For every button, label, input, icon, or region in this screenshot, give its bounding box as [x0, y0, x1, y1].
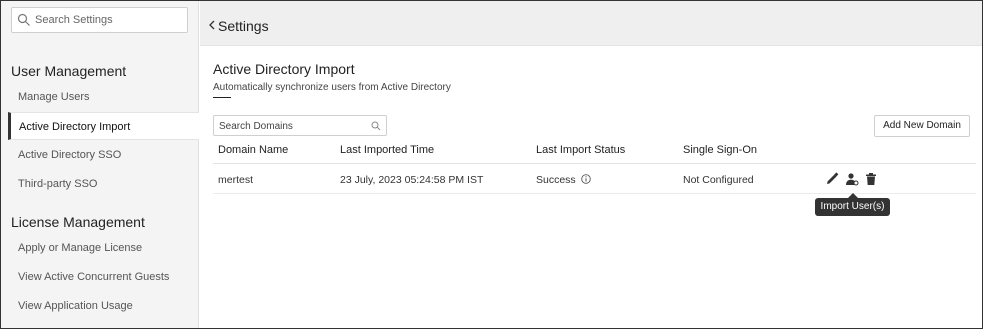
add-new-domain-button[interactable]: Add New Domain [874, 115, 970, 137]
column-header-last-imported-time[interactable]: Last Imported Time [340, 144, 434, 156]
edit-icon[interactable] [825, 172, 839, 186]
row-divider [213, 193, 976, 194]
column-header-single-sign-on[interactable]: Single Sign-On [683, 144, 757, 156]
import-users-tooltip: Import User(s) [815, 198, 890, 216]
search-icon [371, 121, 381, 131]
search-icon [17, 13, 30, 26]
column-header-last-import-status[interactable]: Last Import Status [536, 144, 625, 156]
page-breadcrumb-title: Settings [218, 18, 269, 34]
chevron-left-icon[interactable] [208, 20, 216, 30]
sidebar-item-manage-users[interactable]: Manage Users [18, 91, 90, 103]
title-underline [213, 97, 231, 98]
sidebar-item-third-party-sso[interactable]: Third-party SSO [18, 178, 97, 190]
cell-single-sign-on: Not Configured [683, 174, 754, 186]
column-header-domain-name[interactable]: Domain Name [218, 144, 288, 156]
section-title-license-management: License Management [11, 214, 145, 230]
page-subtitle: Automatically synchronize users from Act… [213, 82, 451, 93]
info-icon[interactable] [580, 174, 591, 184]
sidebar-item-application-usage[interactable]: View Application Usage [18, 300, 133, 312]
import-users-icon[interactable] [845, 172, 859, 186]
cell-last-import-status: Success [536, 174, 591, 186]
settings-search-input[interactable]: Search Settings [11, 7, 188, 33]
sidebar-item-apply-license[interactable]: Apply or Manage License [18, 242, 142, 254]
sidebar-item-active-directory-import[interactable]: Active Directory Import [8, 112, 199, 140]
section-title-user-management: User Management [11, 63, 127, 79]
domain-search-placeholder: Search Domains [219, 121, 293, 132]
status-text: Success [536, 174, 576, 186]
settings-search-placeholder: Search Settings [35, 14, 113, 26]
delete-icon[interactable] [864, 172, 878, 186]
sidebar-item-concurrent-guests[interactable]: View Active Concurrent Guests [18, 271, 169, 283]
cell-domain-name: mertest [218, 174, 254, 186]
sidebar-item-active-directory-sso[interactable]: Active Directory SSO [18, 149, 121, 161]
header-divider [213, 163, 976, 164]
sidebar: Search Settings User Management Manage U… [1, 1, 199, 328]
topbar: Settings [200, 1, 982, 46]
domain-search-input[interactable]: Search Domains [213, 115, 387, 136]
page-title: Active Directory Import [213, 61, 355, 77]
sidebar-item-label: Active Directory Import [19, 121, 131, 133]
cell-last-imported-time: 23 July, 2023 05:24:58 PM IST [340, 174, 484, 186]
